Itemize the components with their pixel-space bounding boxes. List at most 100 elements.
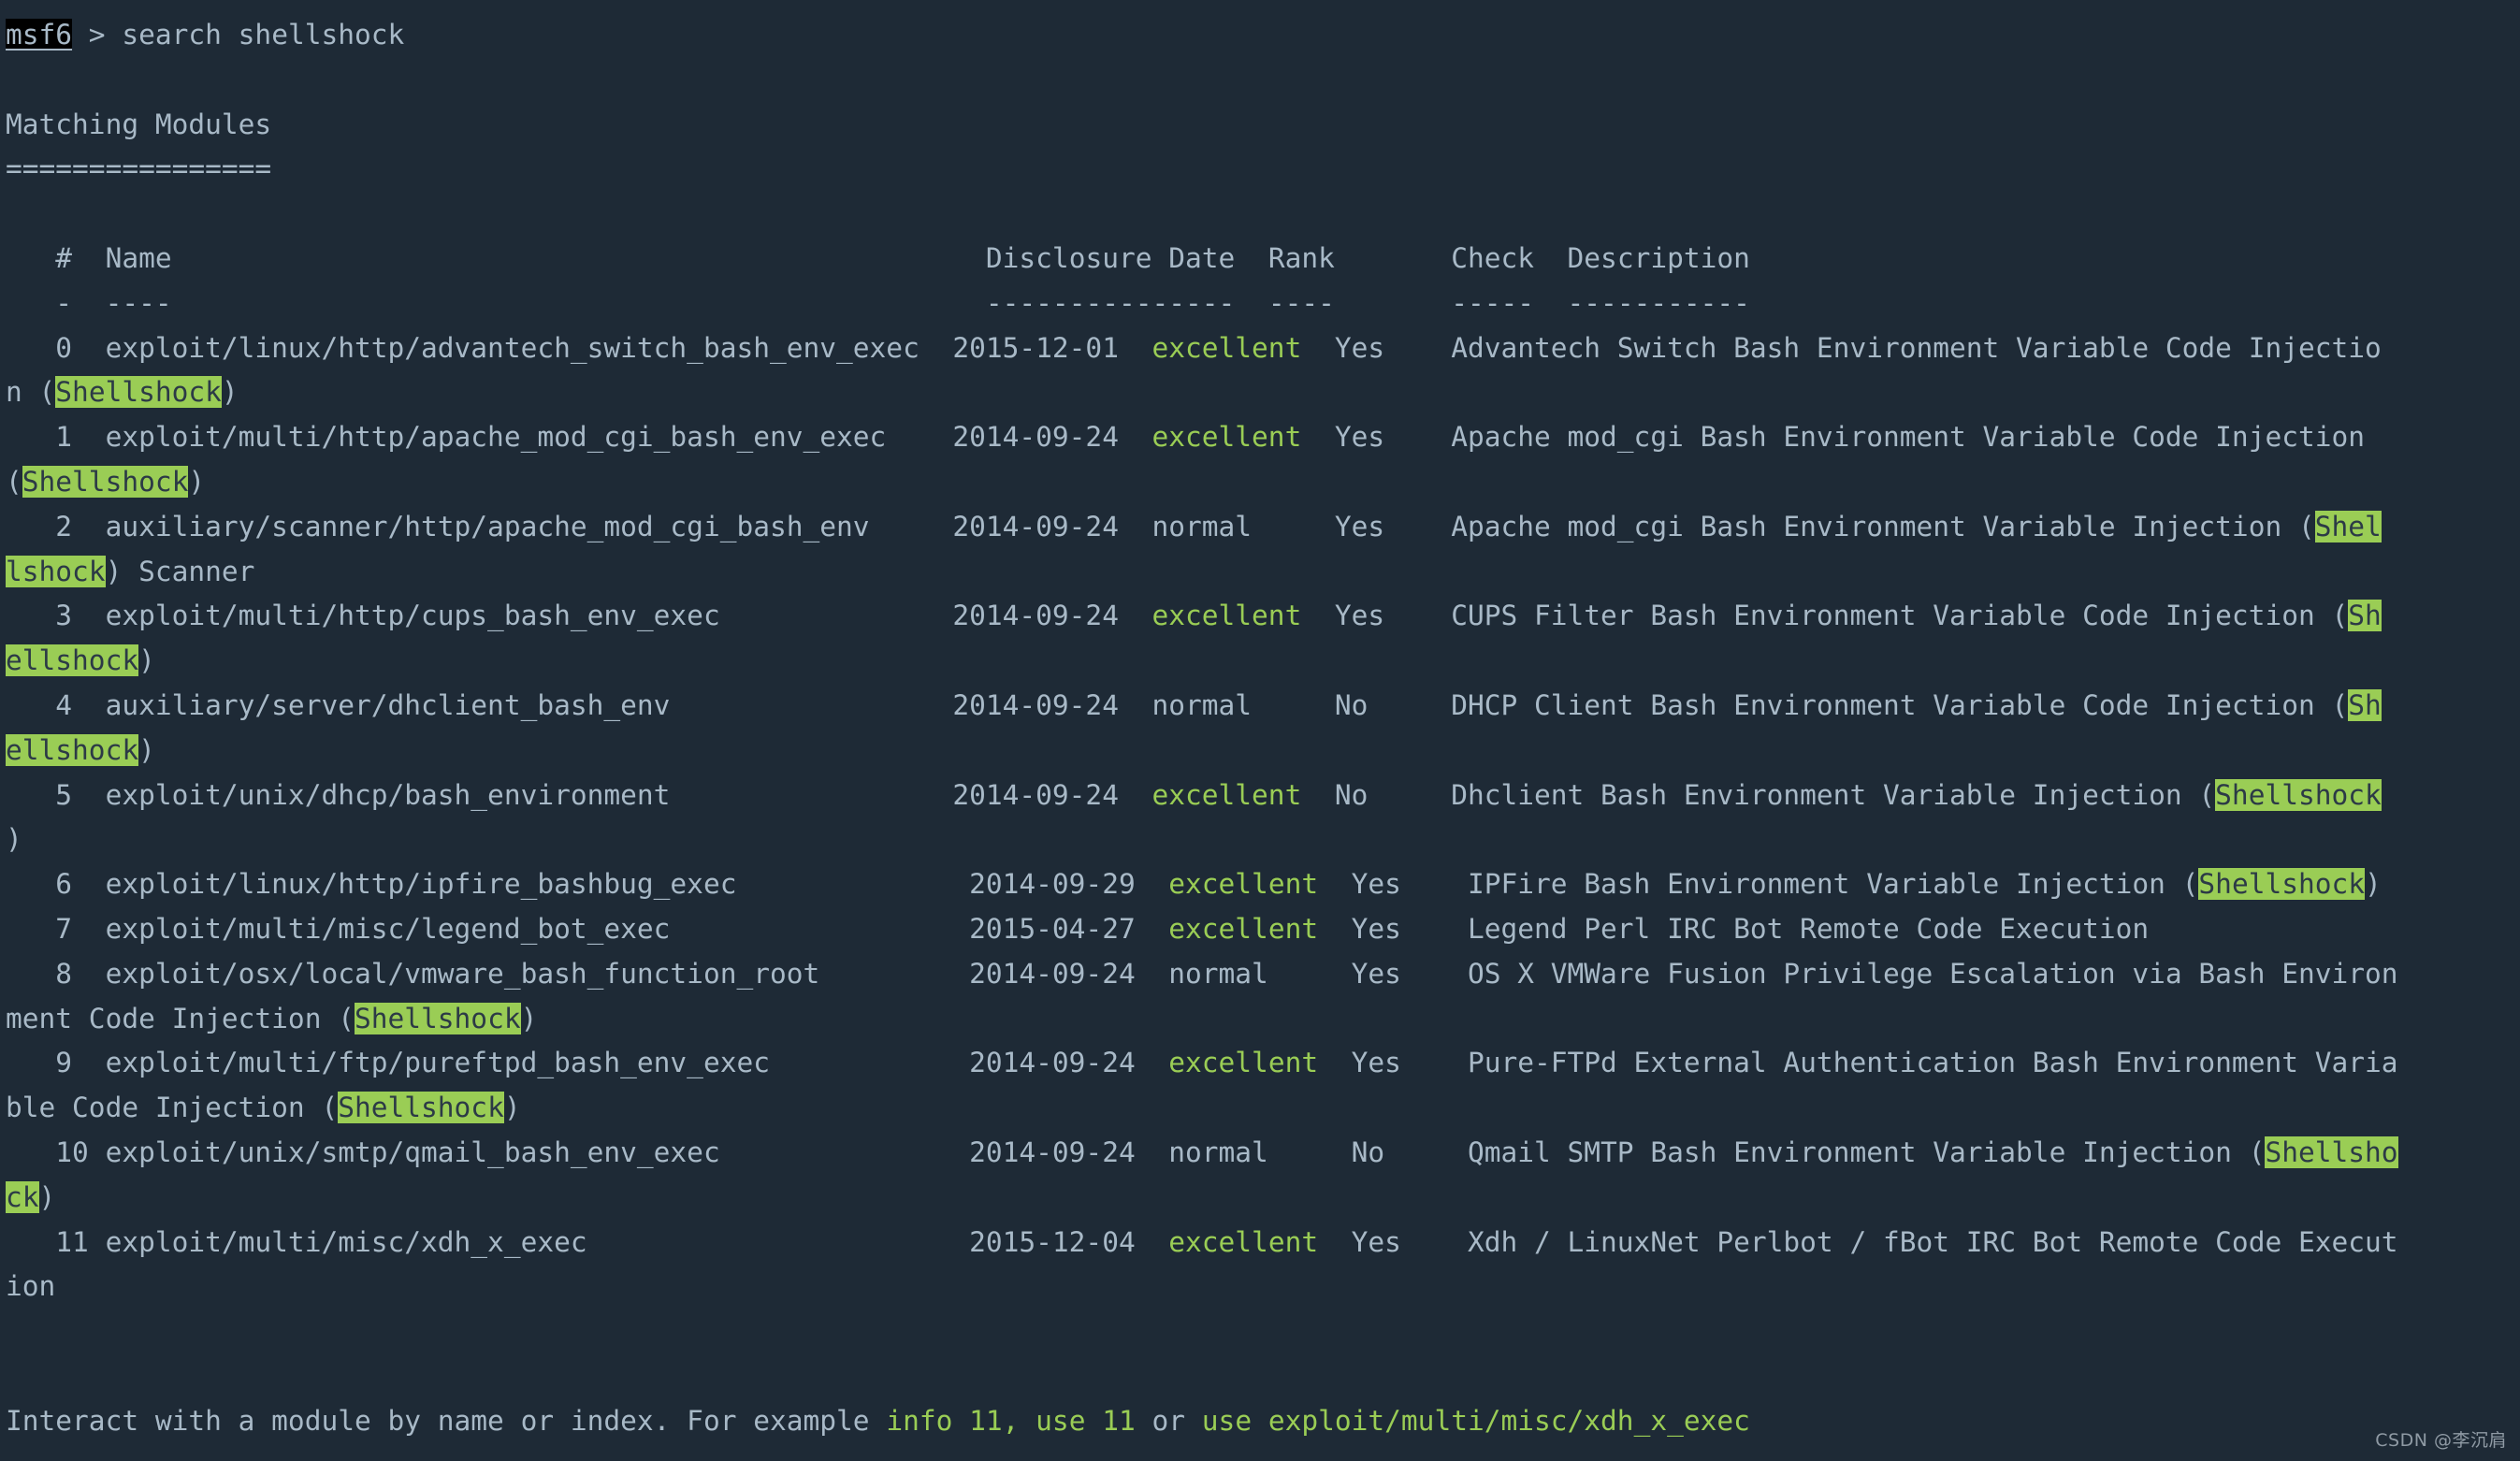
header-cell-description: Description: [1567, 241, 1750, 274]
row-head: 3 exploit/multi/http/cups_bash_env_exec …: [6, 600, 1152, 632]
row-tail: Yes Apache mod_cgi Bash Environment Vari…: [1252, 510, 2315, 542]
footer-cmd-info: info 11,: [886, 1404, 1020, 1437]
shellshock-highlight: Shellshock: [22, 465, 189, 498]
rule-cell-name: ----: [88, 286, 986, 319]
row-rank: excellent: [1151, 331, 1302, 364]
cont-post: ): [6, 823, 22, 856]
table-row[interactable]: 11 exploit/multi/misc/xdh_x_exec 2015-12…: [6, 1221, 2520, 1266]
table-row-continuation: (Shellshock): [6, 460, 2520, 505]
shellshock-highlight: Sh: [2348, 688, 2382, 721]
shellshock-highlight: Sh: [2348, 600, 2382, 632]
table-row-continuation: ion: [6, 1265, 2520, 1309]
table-header-row: # Name Disclosure Date Rank Check Descri…: [6, 237, 2520, 282]
footer-cmd-use-path: use exploit/multi/misc/xdh_x_exec: [1201, 1404, 1750, 1437]
shellshock-highlight: Shellshock: [2215, 778, 2382, 811]
table-row-continuation: n (Shellshock): [6, 370, 2520, 415]
row-tail: No Qmail SMTP Bash Environment Variable …: [1267, 1136, 2266, 1168]
section-underline: ================: [6, 152, 272, 185]
table-row[interactable]: 9 exploit/multi/ftp/pureftpd_bash_env_ex…: [6, 1041, 2520, 1086]
row-rank: excellent: [1168, 868, 1319, 901]
row-rank: excellent: [1168, 1047, 1319, 1079]
row-tail: Yes IPFire Bash Environment Variable Inj…: [1318, 868, 2199, 901]
table-row[interactable]: 6 exploit/linux/http/ipfire_bashbug_exec…: [6, 862, 2520, 907]
cont-pre: (: [6, 465, 22, 498]
table-row-continuation: ck): [6, 1176, 2520, 1221]
rule-cell-check: -----: [1451, 286, 1568, 319]
table-row[interactable]: 5 exploit/unix/dhcp/bash_environment 201…: [6, 774, 2520, 818]
header-cell-rank: Rank: [1267, 241, 1452, 274]
row-rank: normal: [1151, 688, 1253, 721]
prompt-separator: >: [72, 19, 123, 51]
row-tail-post: ): [2365, 868, 2382, 901]
table-row[interactable]: 0 exploit/linux/http/advantech_switch_ba…: [6, 326, 2520, 371]
shellshock-highlight: Shellshock: [338, 1092, 504, 1124]
table-row[interactable]: 10 exploit/unix/smtp/qmail_bash_env_exec…: [6, 1131, 2520, 1176]
footer-hint: Interact with a module by name or index.…: [6, 1399, 2520, 1444]
footer-cmd-use-index: use 11: [1036, 1404, 1136, 1437]
cont-post: ): [188, 465, 206, 498]
table-row-continuation: ment Code Injection (Shellshock): [6, 997, 2520, 1042]
table-header-rule-row: - ---- --------------- ---- ----- ------…: [6, 282, 2520, 326]
footer-sep-2: or: [1135, 1404, 1202, 1437]
shellshock-highlight: Shel: [2314, 510, 2382, 542]
row-rank: excellent: [1168, 1225, 1319, 1258]
header-cell-check: Check: [1451, 241, 1568, 274]
shellshock-highlight: Shellshock: [354, 1002, 521, 1034]
rule-cell-index: -: [6, 286, 89, 319]
prompt-host-label: msf6: [6, 19, 73, 51]
row-tail: Yes CUPS Filter Bash Environment Variabl…: [1301, 600, 2349, 632]
table-row[interactable]: 2 auxiliary/scanner/http/apache_mod_cgi_…: [6, 505, 2520, 550]
row-tail: Yes Xdh / LinuxNet Perlbot / fBot IRC Bo…: [1318, 1225, 2398, 1258]
row-rank: normal: [1151, 510, 1253, 542]
table-row-continuation: ellshock): [6, 639, 2520, 684]
row-head: 4 auxiliary/server/dhclient_bash_env 201…: [6, 688, 1152, 721]
table-row[interactable]: 3 exploit/multi/http/cups_bash_env_exec …: [6, 594, 2520, 639]
cont-pre: ble Code Injection (: [6, 1092, 339, 1124]
terminal-window[interactable]: msf6 > search shellshock Matching Module…: [0, 0, 2520, 1461]
row-head: 0 exploit/linux/http/advantech_switch_ba…: [6, 331, 1152, 364]
cont-post: ): [138, 733, 155, 766]
row-head: 1 exploit/multi/http/apache_mod_cgi_bash…: [6, 421, 1152, 454]
row-tail: No DHCP Client Bash Environment Variable…: [1252, 688, 2349, 721]
cont-pre: n (: [6, 376, 56, 409]
table-row[interactable]: 1 exploit/multi/http/apache_mod_cgi_bash…: [6, 415, 2520, 460]
rule-cell-rank: ----: [1267, 286, 1452, 319]
shellshock-highlight: Shellshock: [2198, 868, 2366, 901]
row-head: 11 exploit/multi/misc/xdh_x_exec 2015-12…: [6, 1225, 1169, 1258]
table-row-continuation: ble Code Injection (Shellshock): [6, 1086, 2520, 1131]
cont-post: ) Scanner: [105, 555, 255, 587]
table-row[interactable]: 4 auxiliary/server/dhclient_bash_env 201…: [6, 684, 2520, 729]
row-tail: No Dhclient Bash Environment Variable In…: [1301, 778, 2216, 811]
shellshock-highlight: lshock: [6, 555, 106, 587]
row-rank: excellent: [1151, 600, 1302, 632]
cont-pre: ion: [6, 1270, 56, 1303]
prompt-line: msf6 > search shellshock: [6, 13, 2520, 58]
row-head: 6 exploit/linux/http/ipfire_bashbug_exec…: [6, 868, 1169, 901]
row-tail: Yes Legend Perl IRC Bot Remote Code Exec…: [1318, 912, 2150, 945]
shellshock-highlight: ck: [6, 1180, 39, 1213]
rule-cell-description: -----------: [1567, 286, 1750, 319]
row-rank: excellent: [1168, 912, 1319, 945]
cont-pre: ment Code Injection (: [6, 1002, 355, 1034]
table-row[interactable]: 7 exploit/multi/misc/legend_bot_exec 201…: [6, 907, 2520, 952]
row-tail: Yes Apache mod_cgi Bash Environment Vari…: [1301, 421, 2382, 454]
rule-cell-disclosure-date: ---------------: [985, 286, 1268, 319]
row-head: 7 exploit/multi/misc/legend_bot_exec 201…: [6, 912, 1169, 945]
row-head: 9 exploit/multi/ftp/pureftpd_bash_env_ex…: [6, 1047, 1169, 1079]
table-row-continuation: ellshock): [6, 729, 2520, 774]
table-row[interactable]: 8 exploit/osx/local/vmware_bash_function…: [6, 952, 2520, 997]
row-rank: excellent: [1151, 778, 1302, 811]
prompt-command: search shellshock: [122, 19, 405, 51]
header-cell-name: Name: [88, 241, 986, 274]
cont-post: ): [138, 644, 155, 677]
row-rank: normal: [1168, 1136, 1268, 1168]
row-tail: Yes OS X VMWare Fusion Privilege Escalat…: [1267, 957, 2398, 990]
table-row-continuation: lshock) Scanner: [6, 550, 2520, 595]
row-head: 2 auxiliary/scanner/http/apache_mod_cgi_…: [6, 510, 1152, 542]
watermark: CSDN @李沉肩: [2375, 1430, 2507, 1451]
row-tail: Yes Pure-FTPd External Authentication Ba…: [1318, 1047, 2398, 1079]
